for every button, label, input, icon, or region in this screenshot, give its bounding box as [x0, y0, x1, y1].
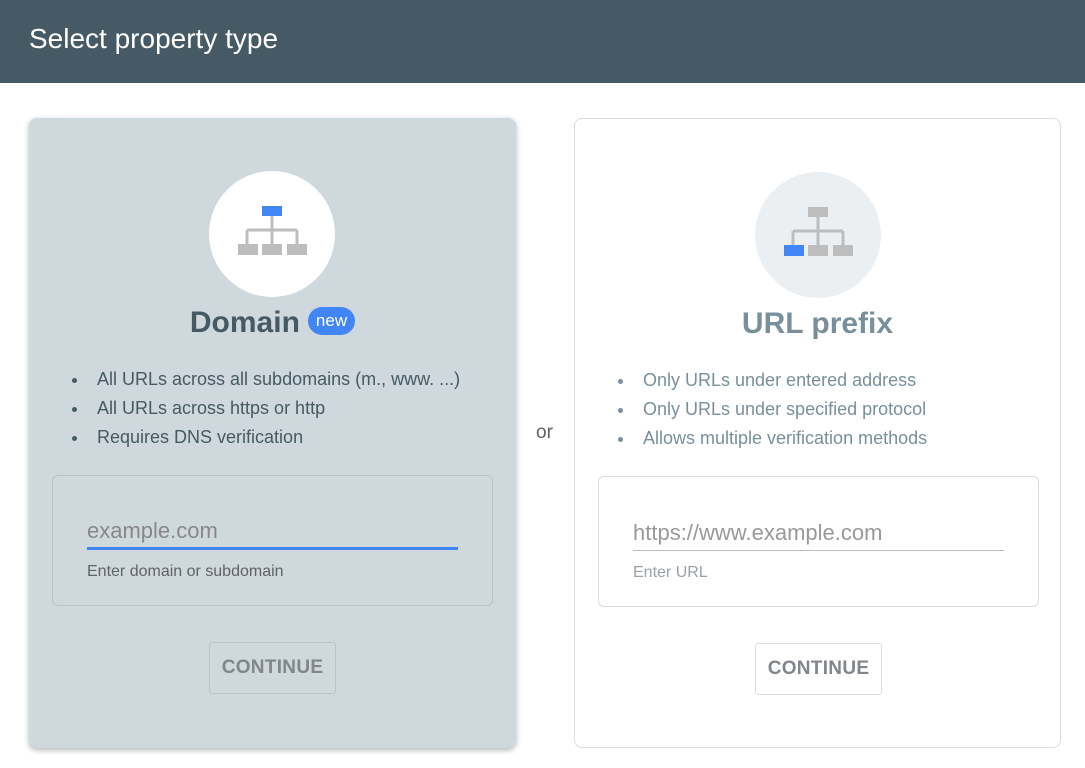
page-title: Select property type — [29, 23, 278, 54]
list-item: Requires DNS verification — [72, 427, 460, 456]
domain-input[interactable] — [87, 514, 458, 550]
url-input-box: Enter URL — [598, 476, 1039, 607]
sitemap-icon — [755, 172, 881, 298]
domain-continue-button[interactable]: CONTINUE — [209, 642, 336, 694]
url-helper-text: Enter URL — [633, 564, 708, 582]
domain-title: Domain — [190, 306, 300, 339]
url-input[interactable] — [633, 515, 1004, 551]
list-item: Allows multiple verification methods — [618, 428, 927, 457]
list-item: Only URLs under specified protocol — [618, 399, 927, 428]
domain-input-box: Enter domain or subdomain — [52, 475, 493, 606]
url-prefix-card[interactable]: URL prefix Only URLs under entered addre… — [574, 118, 1061, 748]
sitemap-icon — [209, 171, 335, 297]
url-continue-button[interactable]: CONTINUE — [755, 643, 882, 695]
url-prefix-title: URL prefix — [742, 307, 893, 340]
or-separator: or — [536, 422, 553, 444]
list-item: All URLs across all subdomains (m., www.… — [72, 369, 460, 398]
domain-card[interactable]: Domain new All URLs across all subdomains… — [29, 118, 516, 748]
domain-features: All URLs across all subdomains (m., www.… — [72, 369, 460, 456]
list-item: Only URLs under entered address — [618, 370, 927, 399]
url-prefix-features: Only URLs under entered address Only URL… — [618, 370, 927, 457]
domain-helper-text: Enter domain or subdomain — [87, 563, 284, 581]
list-item: All URLs across https or http — [72, 398, 460, 427]
new-badge: new — [308, 307, 355, 335]
page-header: Select property type — [0, 0, 1085, 83]
